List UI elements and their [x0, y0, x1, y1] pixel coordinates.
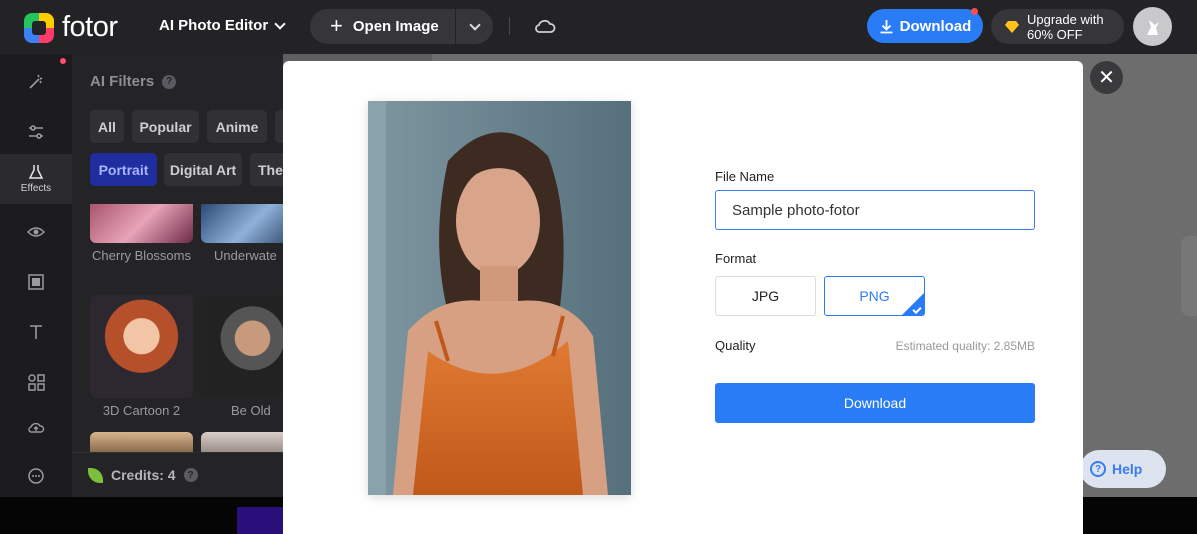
left-tool-rail: Effects: [0, 54, 72, 497]
rail-item-effects[interactable]: Effects: [0, 154, 72, 204]
filter-label-cherry-blossoms: Cherry Blossoms: [92, 248, 191, 263]
close-icon: ✕: [1098, 67, 1115, 89]
open-image-button[interactable]: + Open Image: [310, 9, 456, 44]
cloud-icon[interactable]: [534, 17, 556, 35]
ai-filters-panel: AI Filters ? All Popular Anime Portrait …: [72, 54, 283, 497]
question-icon: ?: [1090, 461, 1106, 477]
download-icon: [880, 19, 893, 33]
brand-logo[interactable]: fotor: [24, 11, 118, 44]
help-label: Help: [1112, 461, 1143, 477]
download-dialog: File Name Format JPG PNG Quality Estimat…: [283, 61, 1083, 534]
upgrade-button[interactable]: Upgrade with 60% OFF: [991, 9, 1124, 44]
format-png-label: PNG: [859, 288, 890, 304]
more-icon: [28, 468, 44, 484]
upgrade-text: Upgrade with 60% OFF: [1027, 12, 1104, 42]
text-icon: [30, 325, 42, 339]
open-image-dropdown[interactable]: [456, 9, 493, 44]
panel-title: AI Filters ?: [90, 73, 177, 90]
quality-label: Quality: [715, 338, 756, 353]
format-jpg-option[interactable]: JPG: [715, 276, 816, 316]
toolbar-divider: [509, 17, 510, 35]
credits-help-icon[interactable]: ?: [183, 468, 198, 482]
sliders-icon: [29, 125, 43, 139]
filter-label-underwater: Underwate: [214, 248, 277, 263]
format-png-option[interactable]: PNG: [824, 276, 925, 316]
rail-effects-label: Effects: [20, 183, 52, 194]
rail-item-beauty[interactable]: [0, 207, 72, 257]
upgrade-line-1: Upgrade with: [1027, 11, 1104, 27]
chip-digital-art[interactable]: Digital Art: [164, 153, 242, 186]
filter-thumb-be-old[interactable]: [201, 295, 283, 398]
credits-bar: Credits: 4 ?: [72, 452, 283, 497]
upgrade-line-2: 60% OFF: [1027, 26, 1083, 42]
chevron-down-icon: [468, 18, 481, 31]
chip-popular[interactable]: Popular: [132, 110, 199, 143]
filter-thumb-next-1[interactable]: [90, 432, 193, 452]
flask-icon: [28, 165, 44, 179]
format-label: Format: [715, 251, 757, 266]
chip-overflow[interactable]: [275, 110, 283, 143]
chip-portrait[interactable]: Portrait: [90, 153, 157, 186]
shapes-icon: [28, 374, 45, 391]
rail-item-more[interactable]: [0, 451, 72, 501]
bottom-banner: [237, 507, 283, 534]
estimated-size: Estimated quality: 2.85MB: [895, 339, 1035, 353]
filter-thumb-underwater[interactable]: [201, 204, 283, 243]
filter-thumb-3d-cartoon-2[interactable]: [90, 295, 193, 398]
download-button-top[interactable]: Download: [867, 9, 983, 43]
filter-thumb-next-2[interactable]: [201, 432, 283, 452]
close-dialog-button[interactable]: ✕: [1090, 61, 1123, 94]
rail-item-frames[interactable]: [0, 257, 72, 307]
magic-wand-icon: [29, 74, 43, 89]
filter-label-3d-cartoon-2: 3D Cartoon 2: [102, 403, 181, 418]
download-button[interactable]: Download: [715, 383, 1035, 423]
open-image-group: + Open Image: [310, 9, 493, 44]
file-name-input[interactable]: [715, 190, 1035, 230]
frame-icon: [28, 274, 44, 290]
file-name-label: File Name: [715, 169, 775, 184]
format-jpg-label: JPG: [751, 288, 780, 304]
brand-name: fotor: [62, 11, 118, 43]
rail-item-adjust[interactable]: [0, 107, 72, 157]
download-top-label: Download: [899, 17, 972, 35]
open-image-label: Open Image: [352, 18, 439, 35]
chevron-down-icon: [274, 17, 286, 30]
panel-title-text: AI Filters: [90, 73, 155, 90]
leaf-icon: [88, 467, 103, 483]
bird-avatar-icon: [1146, 19, 1159, 35]
rail-item-text[interactable]: [0, 307, 72, 357]
app-menu-label: AI Photo Editor: [159, 17, 269, 34]
rail-item-magic[interactable]: [0, 57, 72, 107]
eye-icon: [27, 227, 45, 237]
app-menu-dropdown[interactable]: AI Photo Editor: [159, 17, 286, 34]
top-bar: fotor AI Photo Editor + Open Image Downl…: [0, 0, 1197, 54]
filter-thumb-cherry-blossoms[interactable]: [90, 204, 193, 243]
filter-label-be-old: Be Old: [231, 403, 271, 418]
side-panel-toggle[interactable]: [1181, 236, 1197, 316]
notification-dot: [971, 8, 978, 15]
portrait-photo: [368, 101, 631, 495]
rail-item-upload[interactable]: [0, 402, 72, 452]
fotor-logo-icon: [24, 12, 54, 43]
help-button[interactable]: ? Help: [1080, 450, 1166, 488]
plus-icon: +: [330, 12, 343, 38]
rail-item-elements[interactable]: [0, 357, 72, 407]
chip-all[interactable]: All: [90, 110, 124, 143]
user-avatar[interactable]: [1133, 7, 1172, 46]
help-circle-icon[interactable]: ?: [162, 74, 177, 89]
image-preview: [368, 101, 631, 495]
chip-the[interactable]: The: [250, 153, 283, 186]
credits-count: Credits: 4: [111, 467, 176, 483]
chip-anime[interactable]: Anime: [207, 110, 267, 143]
cloud-upload-icon: [28, 422, 45, 433]
diamond-icon: [1005, 20, 1019, 33]
